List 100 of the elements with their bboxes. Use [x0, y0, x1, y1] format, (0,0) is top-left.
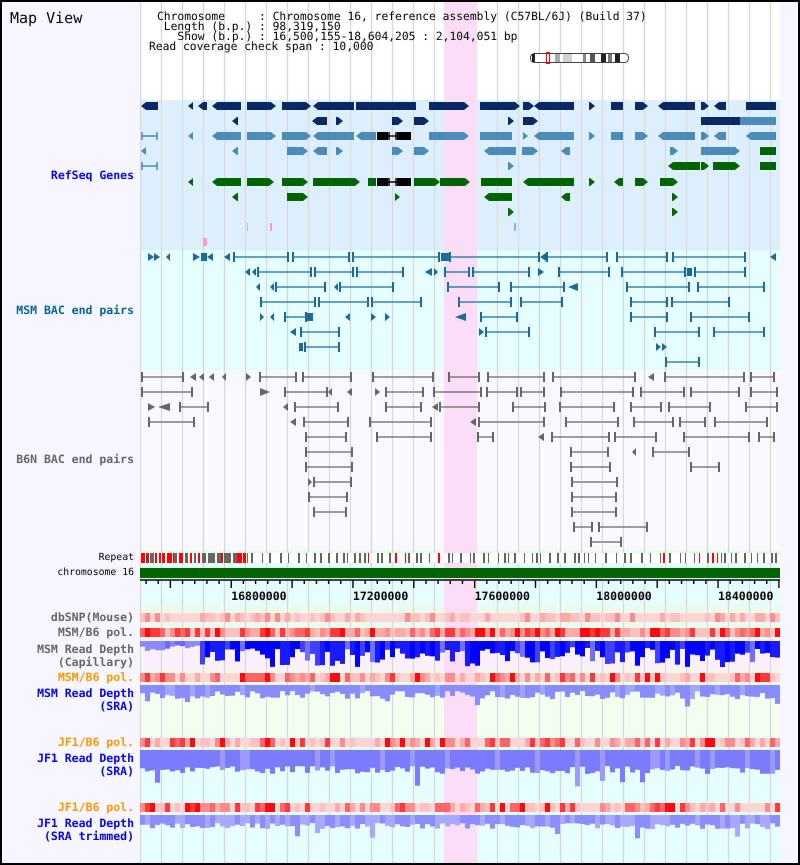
bac-end-pair [714, 417, 768, 427]
gene-feature [611, 132, 623, 140]
axis-tick-label: 17200000 [352, 589, 408, 603]
bac-end-pair [486, 387, 518, 397]
triangle-marker-icon [538, 433, 544, 441]
bac-end-pair [630, 312, 668, 322]
triangle-marker-icon [425, 268, 432, 276]
bac-end-pair [148, 417, 195, 427]
triangle-marker-icon [432, 403, 438, 411]
bac-end-pair [520, 387, 545, 397]
bac-end-pair [141, 372, 184, 382]
triangle-marker-icon [434, 268, 438, 276]
gene-feature [522, 147, 538, 155]
bac-end-pair [630, 297, 668, 307]
bac-end-pair [679, 417, 706, 427]
bac-end-pair [305, 447, 353, 457]
triangle-marker-icon [260, 388, 270, 396]
info-label: Show (b.p.) : [177, 32, 266, 42]
bac-end-pair [372, 372, 434, 382]
triangle-marker-icon [308, 478, 312, 486]
triangle-marker-icon [290, 328, 296, 336]
gene-feature [395, 193, 400, 201]
track-label: MSM Read Depth (SRA) [37, 687, 134, 713]
block-marker-icon [201, 253, 207, 261]
triangle-marker-icon [385, 313, 390, 321]
gene-feature [658, 132, 695, 140]
bac-end-pair [284, 387, 328, 397]
bac-end-pair [630, 402, 662, 412]
gene-feature [141, 132, 158, 140]
triangle-marker-icon [632, 448, 636, 456]
bac-end-pair [300, 327, 340, 337]
bac-end-pair [654, 327, 700, 337]
bac-end-pair [626, 282, 690, 292]
triangle-marker-icon [375, 388, 380, 396]
bac-end-pair [305, 432, 347, 442]
gene-feature [141, 162, 158, 170]
gene-feature [414, 147, 429, 155]
gene-feature [188, 132, 193, 140]
gene-feature [670, 147, 678, 155]
bac-end-pair [598, 522, 648, 532]
bac-end-pair [478, 417, 545, 427]
triangle-marker-icon [347, 388, 352, 396]
gene-feature [658, 102, 695, 110]
gene-feature [313, 132, 354, 140]
bac-end-pair [671, 297, 730, 307]
gene-feature [589, 102, 595, 110]
bac-end-pair [369, 417, 432, 427]
bac-end-pair [570, 462, 611, 472]
track-label: MSM/B6 pol. [58, 626, 134, 639]
gene-feature [561, 193, 570, 201]
bac-end-pair [275, 282, 326, 292]
gene-feature [392, 147, 403, 155]
gene-feature [480, 102, 520, 110]
gene-feature [203, 238, 207, 246]
triangle-marker-icon [479, 328, 484, 336]
bac-end-pair [697, 282, 765, 292]
track-label: RefSeq Genes [50, 168, 134, 182]
gene-feature [414, 117, 429, 125]
info-value: 98,319,150 [272, 22, 341, 32]
bac-end-pair [356, 267, 404, 277]
triangle-marker-icon [246, 373, 251, 381]
gene-feature [660, 178, 678, 186]
gene-feature [232, 147, 238, 155]
bac-end-pair [683, 432, 750, 442]
bac-end-pair [758, 432, 775, 442]
triangle-marker-icon [158, 403, 170, 411]
triangle-marker-icon [166, 253, 170, 261]
bac-end-pair [303, 417, 349, 427]
gene-feature [188, 178, 193, 186]
track-label: JF1 Read Depth (SRA) [37, 752, 134, 778]
gene-feature [392, 117, 403, 125]
gene-feature [672, 193, 678, 201]
gene-feature [141, 102, 158, 110]
bac-end-pair [292, 252, 350, 262]
gene-feature [429, 132, 469, 140]
triangle-marker-icon [568, 283, 578, 291]
gene-feature [611, 102, 623, 110]
gene-feature [198, 102, 207, 110]
gene-feature [232, 193, 238, 201]
bac-end-pair [668, 402, 711, 412]
gene-feature [701, 147, 740, 155]
bac-end-pair [570, 447, 609, 457]
bac-end-pair [308, 492, 348, 502]
gene-feature [635, 178, 648, 186]
gene-feature [481, 178, 512, 186]
triangle-marker-icon [540, 253, 546, 261]
gene-feature [336, 117, 343, 125]
bac-end-pair [313, 477, 352, 487]
bac-end-pair [565, 417, 619, 427]
gene-feature [508, 208, 514, 216]
bac-end-pair [257, 267, 312, 277]
bac-end-pair [141, 387, 193, 397]
block-marker-icon [299, 343, 303, 351]
bac-end-pair [621, 267, 686, 277]
triangle-marker-icon [270, 313, 274, 321]
gene-feature [336, 147, 343, 155]
triangle-marker-icon [190, 373, 196, 381]
bac-end-pair [439, 402, 480, 412]
triangle-marker-icon [270, 283, 274, 291]
bac-end-pair [302, 372, 352, 382]
